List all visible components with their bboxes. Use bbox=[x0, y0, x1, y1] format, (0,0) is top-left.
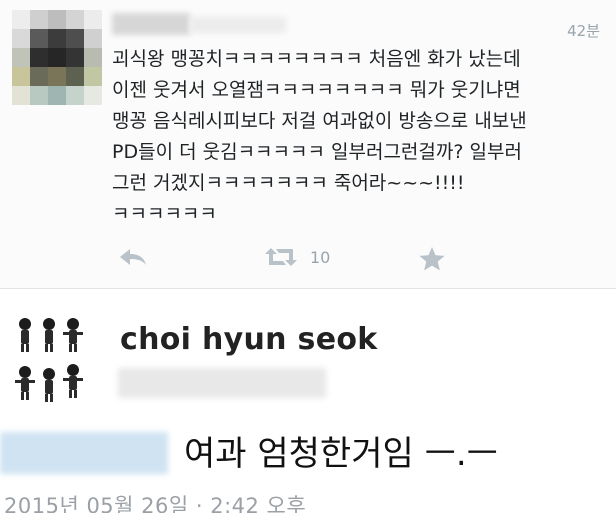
user-handle-blurred bbox=[190, 17, 286, 33]
favorite-button[interactable] bbox=[418, 246, 446, 272]
avatar[interactable] bbox=[14, 318, 90, 406]
reply-icon bbox=[120, 249, 146, 265]
tweet-actions: 10 bbox=[112, 244, 572, 274]
tweet-text: 괴식왕 맹꽁치ㅋㅋㅋㅋㅋㅋㅋㅋ 처음엔 화가 났는데 이젠 웃겨서 오열잼ㅋㅋㅋ… bbox=[112, 48, 527, 225]
tweet-timestamp[interactable]: 42분 bbox=[567, 20, 600, 41]
tweet-text: 여과 엄청한거임 ㅡ.ㅡ bbox=[184, 434, 498, 474]
user-name[interactable]: choi hyun seok bbox=[120, 322, 378, 357]
retweet-count: 10 bbox=[310, 247, 331, 267]
tweet-card: 42분 괴식왕 맹꽁치ㅋㅋㅋㅋㅋㅋㅋㅋ 처음엔 화가 났는데 이젠 웃겨서 오열… bbox=[0, 0, 616, 288]
reply-button[interactable] bbox=[118, 246, 148, 268]
mention-link-blurred[interactable] bbox=[0, 432, 168, 474]
star-icon bbox=[419, 247, 445, 271]
user-handle-blurred bbox=[118, 368, 326, 398]
tweet-date: 2015년 05월 26일 · 2:42 오후 bbox=[4, 494, 307, 513]
avatar[interactable] bbox=[12, 10, 102, 105]
retweet-button[interactable]: 10 bbox=[264, 246, 330, 268]
divider bbox=[0, 288, 616, 289]
retweet-icon bbox=[265, 248, 297, 266]
user-name-blurred[interactable] bbox=[112, 13, 190, 35]
